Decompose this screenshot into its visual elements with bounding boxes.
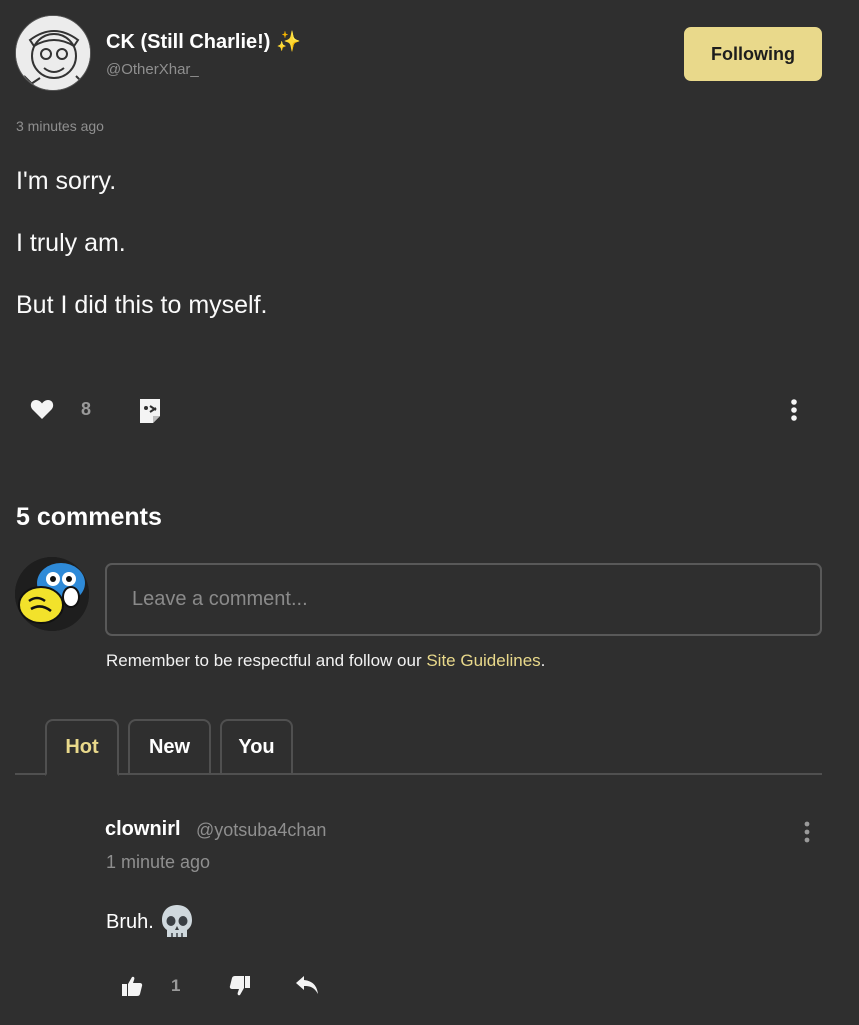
share-icon[interactable] — [137, 396, 163, 424]
thumbs-down-icon[interactable] — [229, 975, 251, 997]
more-vertical-icon[interactable] — [784, 396, 804, 424]
comment-author[interactable]: clownirl — [105, 818, 181, 841]
comment-timestamp: 1 minute ago — [106, 852, 211, 872]
author-handle[interactable]: @OtherXhar_ — [106, 61, 199, 78]
comment-input[interactable] — [105, 563, 822, 636]
post-timestamp: 3 minutes ago — [16, 118, 104, 134]
post-paragraph: I truly am. — [16, 229, 126, 257]
reply-icon[interactable] — [294, 974, 320, 996]
avatar-cartoon-icon — [15, 557, 89, 631]
post-header: CK (Still Charlie!) ✨ @OtherXhar_ Follow… — [15, 15, 822, 93]
guidelines-period: . — [540, 651, 546, 670]
tab-new[interactable]: New — [128, 719, 211, 773]
guidelines-note: Remember to be respectful and follow our… — [106, 651, 545, 671]
current-user-avatar — [15, 557, 89, 631]
comment-item: clownirl @yotsuba4chan 1 minute ago Bruh… — [105, 815, 825, 1005]
guidelines-text: Remember to be respectful and follow our — [106, 651, 427, 670]
tab-you[interactable]: You — [220, 719, 293, 773]
author-name[interactable]: CK (Still Charlie!) ✨ — [106, 29, 301, 54]
site-guidelines-link[interactable]: Site Guidelines — [426, 651, 540, 670]
comment-body: Bruh. — [106, 904, 194, 940]
comment-handle[interactable]: @yotsuba4chan — [196, 820, 326, 841]
post-paragraph: But I did this to myself. — [16, 291, 268, 319]
post-body: I'm sorry. I truly am. But I did this to… — [16, 166, 806, 352]
avatar-sketch-icon — [16, 16, 90, 90]
post-paragraph: I'm sorry. — [16, 167, 117, 195]
author-avatar[interactable] — [15, 15, 91, 91]
like-count: 8 — [81, 399, 92, 419]
heart-icon[interactable] — [30, 398, 54, 420]
tab-hot[interactable]: Hot — [45, 719, 119, 776]
skull-emoji-icon — [161, 905, 192, 937]
following-button[interactable]: Following — [684, 27, 822, 81]
comments-count-heading: 5 comments — [16, 503, 162, 531]
upvote-count: 1 — [171, 976, 181, 995]
post-actions-bar: 8 — [16, 392, 811, 428]
comment-text: Bruh. — [106, 910, 154, 933]
comment-sort-tabs: Hot New You — [15, 718, 822, 776]
more-vertical-icon[interactable] — [797, 819, 817, 845]
thumbs-up-icon[interactable] — [121, 975, 143, 997]
